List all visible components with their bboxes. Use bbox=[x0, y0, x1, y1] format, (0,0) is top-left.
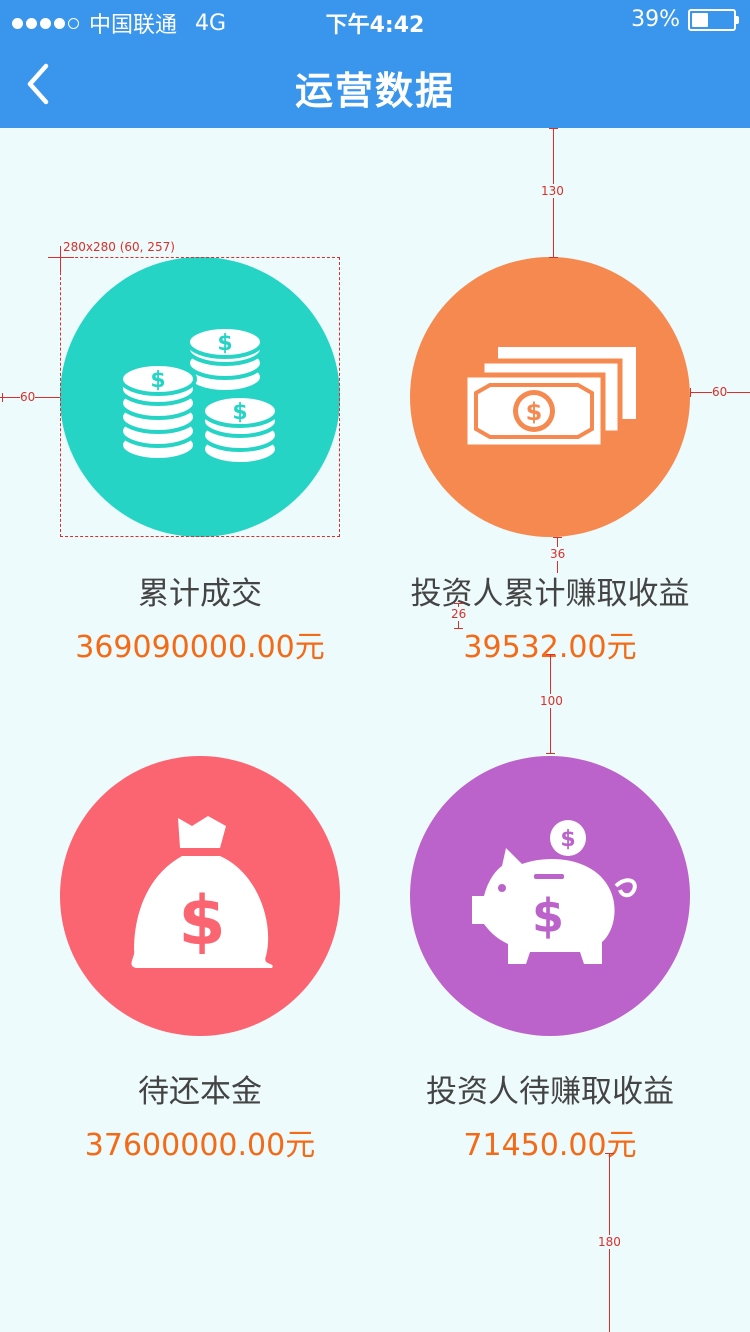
stat-icon-circle: $ bbox=[410, 257, 690, 537]
status-bar: 中国联通 4G 下午4:42 39% bbox=[0, 0, 750, 40]
label-gap-label: 36 bbox=[550, 547, 566, 561]
measurement-box bbox=[60, 257, 340, 537]
stat-label: 累计成交 bbox=[138, 576, 262, 612]
page-title: 运营数据 bbox=[294, 69, 455, 113]
stat-value: 369090000.00元 bbox=[75, 630, 325, 665]
corner-marker bbox=[48, 257, 74, 258]
right-margin-label: 60 bbox=[712, 385, 728, 399]
tick bbox=[2, 393, 3, 402]
tick bbox=[553, 537, 562, 538]
battery-percent: 39% bbox=[631, 7, 680, 32]
battery-icon bbox=[688, 8, 739, 31]
svg-text:$: $ bbox=[526, 398, 543, 426]
stat-label: 投资人待赚取收益 bbox=[426, 1074, 674, 1110]
tick bbox=[454, 603, 463, 604]
tick bbox=[605, 1153, 614, 1154]
svg-text:$: $ bbox=[532, 889, 564, 943]
stat-icon-circle: $ bbox=[60, 756, 340, 1036]
left-margin-label: 60 bbox=[20, 390, 36, 404]
top-gap-label: 130 bbox=[541, 184, 564, 198]
stat-label: 待还本金 bbox=[138, 1074, 262, 1110]
stat-icon-circle: $ $ bbox=[410, 756, 690, 1036]
tick bbox=[690, 388, 691, 397]
bottom-gap-label: 180 bbox=[598, 1235, 621, 1249]
tick bbox=[546, 654, 555, 655]
tick bbox=[549, 128, 558, 129]
svg-text:$: $ bbox=[178, 882, 225, 961]
tick bbox=[454, 628, 463, 629]
box-caption: 280x280 (60, 257) bbox=[63, 240, 175, 254]
status-right: 39% bbox=[631, 7, 739, 32]
row-gap-label: 100 bbox=[540, 694, 563, 708]
money-bag-icon: $ bbox=[131, 816, 273, 968]
stat-value: 37600000.00元 bbox=[84, 1128, 316, 1163]
nav-bar: 运营数据 bbox=[0, 40, 750, 128]
tick bbox=[549, 257, 558, 258]
stat-label: 投资人累计赚取收益 bbox=[410, 576, 690, 612]
corner-marker bbox=[60, 246, 61, 272]
value-gap-label: 26 bbox=[451, 607, 467, 621]
banknotes-icon: $ bbox=[462, 347, 636, 450]
stat-value: 71450.00元 bbox=[463, 1128, 637, 1163]
tick bbox=[546, 753, 555, 754]
svg-text:$: $ bbox=[560, 827, 575, 852]
piggy-bank-icon: $ $ bbox=[472, 820, 637, 964]
